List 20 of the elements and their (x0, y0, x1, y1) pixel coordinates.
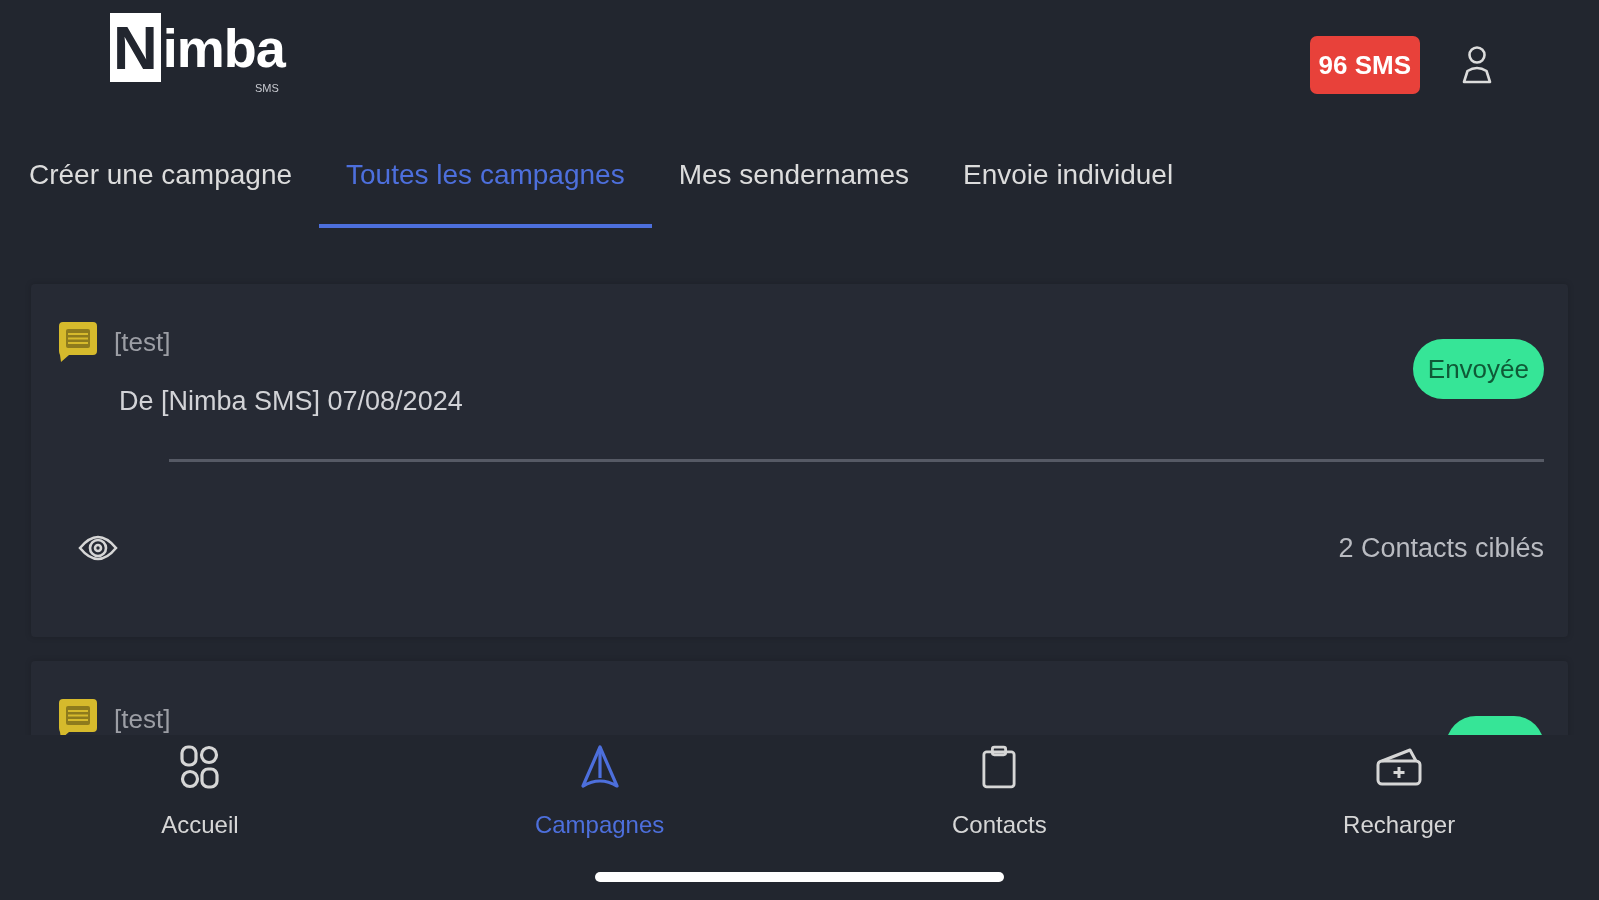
tab[interactable]: Créer une campagne (2, 120, 320, 228)
triangle-icon (580, 745, 619, 789)
tab[interactable]: Mes sendernames (651, 120, 936, 228)
chat-icon (59, 322, 97, 362)
campaign-title: [test] (114, 703, 171, 735)
campaign-sender-date: De [Nimba SMS] 07/08/2024 (119, 386, 463, 417)
logo-wordmark: N imba (110, 13, 285, 82)
targeted-contacts-count: 2 Contacts ciblés (1338, 532, 1544, 564)
status-badge: Envoyée (1412, 339, 1544, 399)
wallet-icon (1376, 747, 1423, 787)
sms-balance-badge: 96 SMS (1309, 36, 1420, 94)
user-icon[interactable] (1462, 46, 1492, 84)
campaign-title: [test] (114, 326, 171, 358)
tab[interactable]: Envoie individuel (936, 120, 1201, 228)
logo-subtitle: SMS (255, 83, 279, 94)
clipboard-icon (982, 745, 1017, 789)
nav-item[interactable]: Recharger (1343, 743, 1456, 839)
nav-item[interactable]: Contacts (952, 743, 1047, 839)
grid-icon (179, 745, 220, 789)
nav-item[interactable]: Accueil (161, 743, 239, 839)
